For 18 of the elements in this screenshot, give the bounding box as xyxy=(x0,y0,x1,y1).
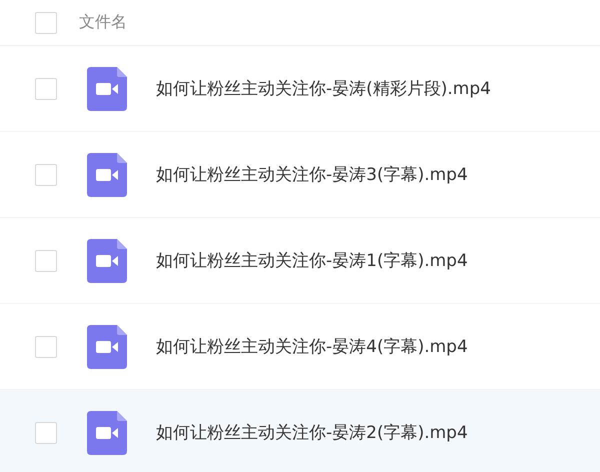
column-header[interactable]: 文件名 xyxy=(79,12,127,33)
video-file-icon xyxy=(87,152,127,196)
file-name[interactable]: 如何让粉丝主动关注你-晏涛3(字幕).mp4 xyxy=(156,163,468,186)
video-file-icon xyxy=(87,324,127,368)
checkbox[interactable] xyxy=(35,164,57,186)
checkbox[interactable] xyxy=(35,336,57,358)
video-file-icon xyxy=(87,410,127,454)
file-name[interactable]: 如何让粉丝主动关注你-晏涛1(字幕).mp4 xyxy=(156,249,468,272)
checkbox[interactable] xyxy=(35,422,57,444)
file-name[interactable]: 如何让粉丝主动关注你-晏涛2(字幕).mp4 xyxy=(156,421,468,444)
checkbox[interactable] xyxy=(35,78,57,100)
checkbox[interactable] xyxy=(35,250,57,272)
file-row-highlight[interactable]: 如何让粉丝主动关注你-晏涛2(字幕).mp4 xyxy=(0,390,600,472)
file-name[interactable]: 如何让粉丝主动关注你-晏涛4(字幕).mp4 xyxy=(156,335,468,358)
file-name[interactable]: 如何让粉丝主动关注你-晏涛(精彩片段).mp4 xyxy=(156,77,491,100)
video-file-icon xyxy=(87,66,127,110)
checkbox[interactable] xyxy=(35,12,57,34)
video-file-icon xyxy=(87,238,127,282)
